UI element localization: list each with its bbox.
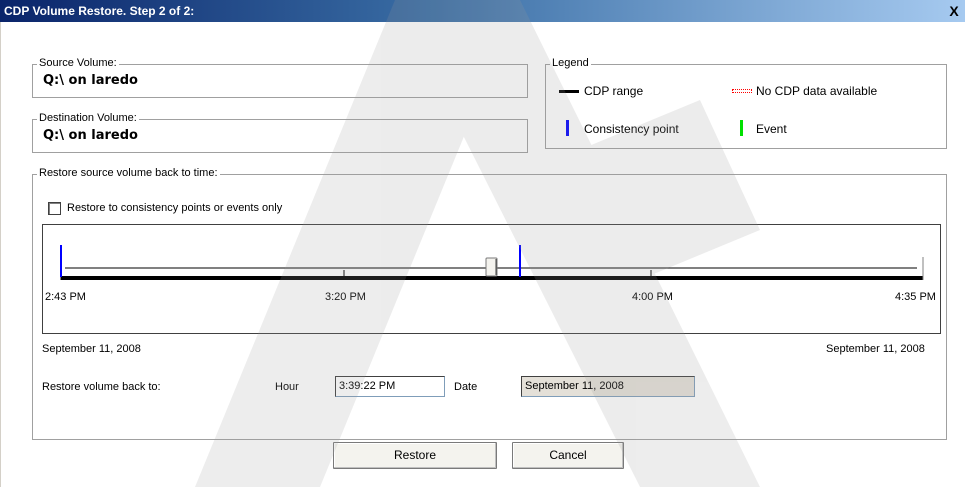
legend-cdp-range: CDP range (584, 84, 644, 98)
tick-label-end: 4:35 PM (895, 291, 936, 303)
date-label: Date (454, 381, 478, 393)
timeline-svg (60, 245, 924, 280)
black-line-icon (559, 90, 579, 93)
legend-group: Legend CDP range No CDP data available C… (545, 57, 947, 149)
dialog-body: Source Volume: Q:\ on laredo Destination… (0, 22, 965, 487)
restore-volume-back-to-label: Restore volume back to: (42, 381, 161, 393)
end-date-label: September 11, 2008 (826, 343, 925, 355)
hour-input[interactable]: 3:39:22 PM (335, 376, 445, 397)
consistency-only-label: Restore to consistency points or events … (67, 202, 283, 214)
window-title: CDP Volume Restore. Step 2 of 2: (4, 4, 195, 18)
tick-label-start: 2:43 PM (45, 291, 86, 303)
title-bar: CDP Volume Restore. Step 2 of 2: X (0, 0, 965, 22)
red-dashed-line-icon (732, 89, 752, 93)
date-field: September 11, 2008 (521, 376, 695, 397)
restore-time-label: Restore source volume back to time: (37, 167, 220, 179)
legend-consistency-point: Consistency point (584, 122, 679, 136)
blue-bar-icon (566, 120, 569, 136)
tick-label-320: 3:20 PM (325, 291, 366, 303)
destination-volume-label: Destination Volume: (37, 112, 139, 124)
source-volume-value: Q:\ on laredo (43, 73, 138, 88)
restore-button[interactable]: Restore (333, 442, 497, 469)
slider-thumb[interactable] (485, 257, 498, 277)
legend-no-cdp-data: No CDP data available (756, 84, 878, 98)
restore-time-group: Restore source volume back to time: Rest… (32, 167, 947, 440)
green-bar-icon (740, 120, 743, 136)
consistency-only-checkbox[interactable] (48, 202, 61, 215)
source-volume-group: Source Volume: Q:\ on laredo (32, 57, 528, 98)
timeline-panel[interactable]: 2:43 PM 3:20 PM 4:00 PM 4:35 PM (42, 224, 941, 334)
start-date-label: September 11, 2008 (42, 343, 141, 355)
source-volume-label: Source Volume: (37, 57, 119, 69)
destination-volume-group: Destination Volume: Q:\ on laredo (32, 112, 528, 153)
legend-event: Event (756, 122, 787, 136)
tick-label-400: 4:00 PM (632, 291, 673, 303)
cancel-button[interactable]: Cancel (512, 442, 624, 469)
destination-volume-value: Q:\ on laredo (43, 128, 138, 143)
legend-label: Legend (550, 57, 591, 69)
hour-label: Hour (275, 381, 299, 393)
close-button[interactable]: X (945, 2, 963, 20)
